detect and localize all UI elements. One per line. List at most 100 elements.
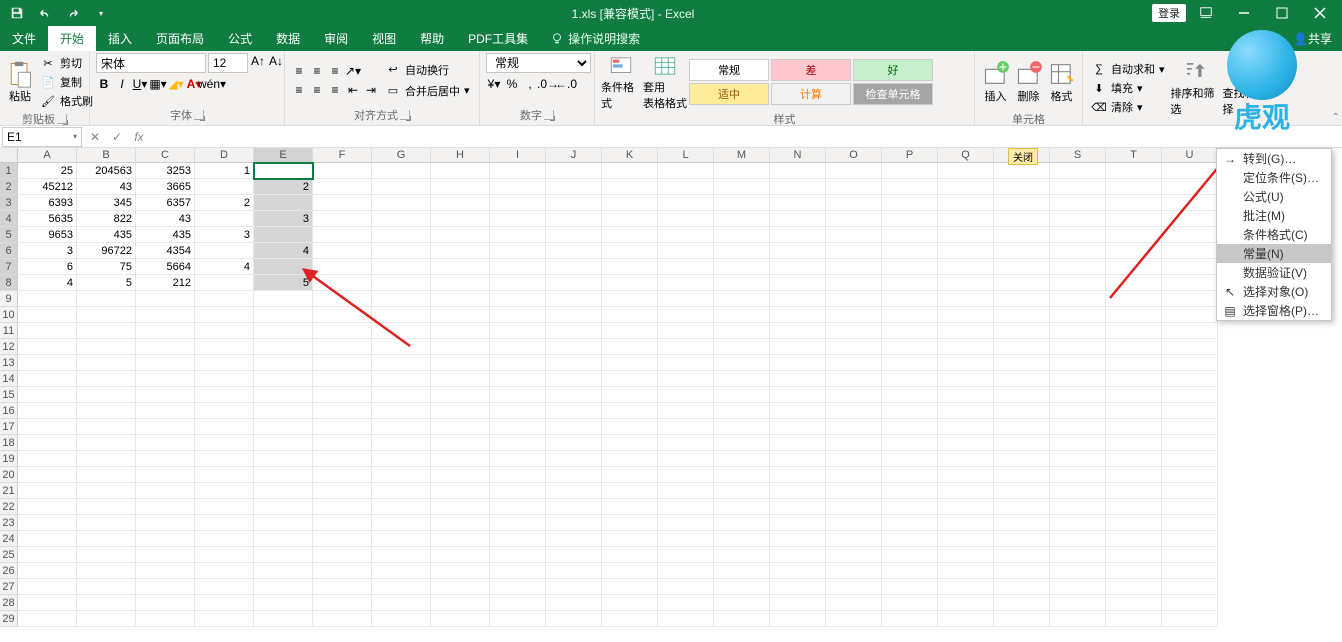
cell[interactable] (546, 307, 602, 323)
row-header[interactable]: 25 (0, 547, 18, 563)
cell[interactable] (490, 611, 546, 627)
cell[interactable] (602, 179, 658, 195)
row-header[interactable]: 28 (0, 595, 18, 611)
row-header[interactable]: 29 (0, 611, 18, 627)
menu-select-objects[interactable]: ↖选择对象(O) (1217, 282, 1331, 301)
cell[interactable]: 345 (77, 195, 136, 211)
row-header[interactable]: 5 (0, 227, 18, 243)
cell[interactable] (1106, 499, 1162, 515)
cell[interactable] (602, 195, 658, 211)
cell[interactable] (994, 515, 1050, 531)
cell[interactable] (431, 163, 490, 179)
align-left-icon[interactable]: ≡ (291, 82, 307, 98)
cell[interactable] (313, 451, 372, 467)
cell[interactable] (431, 483, 490, 499)
menu-goto[interactable]: →转到(G)… (1217, 149, 1331, 168)
italic-button[interactable]: I (114, 76, 130, 92)
cell[interactable] (490, 547, 546, 563)
style-calc[interactable]: 计算 (771, 83, 851, 105)
tab-view[interactable]: 视图 (360, 26, 408, 51)
cell[interactable] (372, 547, 431, 563)
cell[interactable] (136, 563, 195, 579)
col-header-K[interactable]: K (602, 148, 658, 163)
cell[interactable] (770, 307, 826, 323)
cell[interactable] (658, 531, 714, 547)
cell[interactable] (431, 547, 490, 563)
cell[interactable] (77, 339, 136, 355)
cell[interactable] (714, 211, 770, 227)
cell[interactable] (882, 483, 938, 499)
cell[interactable] (602, 435, 658, 451)
cell[interactable] (546, 243, 602, 259)
redo-button[interactable] (60, 2, 86, 24)
cell[interactable] (658, 579, 714, 595)
cell[interactable] (490, 563, 546, 579)
cell[interactable] (1162, 179, 1218, 195)
row-header[interactable]: 20 (0, 467, 18, 483)
cell[interactable] (826, 451, 882, 467)
cell[interactable] (136, 547, 195, 563)
cell[interactable] (372, 419, 431, 435)
cell[interactable] (658, 403, 714, 419)
cell[interactable] (1106, 419, 1162, 435)
autosum-button[interactable]: ∑自动求和▾ (1089, 60, 1167, 78)
cell[interactable] (1050, 403, 1106, 419)
sort-filter-button[interactable]: 排序和筛选 (1171, 59, 1219, 117)
cell[interactable] (882, 259, 938, 275)
cell[interactable] (313, 163, 372, 179)
col-header-N[interactable]: N (770, 148, 826, 163)
cell[interactable] (658, 419, 714, 435)
cell[interactable] (714, 467, 770, 483)
cell[interactable] (431, 339, 490, 355)
cell[interactable] (1106, 515, 1162, 531)
undo-button[interactable] (32, 2, 58, 24)
save-button[interactable] (4, 2, 30, 24)
cell[interactable] (372, 371, 431, 387)
cell[interactable] (1162, 243, 1218, 259)
cell[interactable] (1106, 323, 1162, 339)
cell[interactable]: 5635 (18, 211, 77, 227)
cell[interactable] (1050, 467, 1106, 483)
cell[interactable] (313, 403, 372, 419)
cell[interactable] (1162, 227, 1218, 243)
cell[interactable] (602, 451, 658, 467)
number-dialog-launcher[interactable] (544, 110, 554, 120)
cell[interactable] (431, 563, 490, 579)
cell[interactable] (490, 307, 546, 323)
cell[interactable] (546, 499, 602, 515)
cell[interactable] (714, 499, 770, 515)
menu-selection-pane[interactable]: ▤选择窗格(P)… (1217, 301, 1331, 320)
cell[interactable] (714, 547, 770, 563)
cell[interactable] (1106, 163, 1162, 179)
cell[interactable] (602, 515, 658, 531)
cell[interactable] (77, 611, 136, 627)
menu-data-validation[interactable]: 数据验证(V) (1217, 263, 1331, 282)
cell[interactable] (658, 307, 714, 323)
col-header-L[interactable]: L (658, 148, 714, 163)
cell[interactable] (372, 435, 431, 451)
cell[interactable] (77, 515, 136, 531)
percent-icon[interactable]: % (504, 76, 520, 92)
style-neutral[interactable]: 适中 (689, 83, 769, 105)
cell[interactable] (1162, 355, 1218, 371)
cell[interactable] (938, 595, 994, 611)
cell[interactable]: 3 (195, 227, 254, 243)
cell[interactable] (994, 435, 1050, 451)
cell[interactable] (490, 531, 546, 547)
col-header-G[interactable]: G (372, 148, 431, 163)
cell[interactable]: 204563 (77, 163, 136, 179)
delete-cells-button[interactable]: 删除 (1014, 53, 1043, 111)
cell[interactable] (1050, 515, 1106, 531)
cell[interactable] (136, 499, 195, 515)
cell[interactable] (18, 339, 77, 355)
cell[interactable] (490, 275, 546, 291)
underline-button[interactable]: U▾ (132, 76, 148, 92)
font-dialog-launcher[interactable] (194, 110, 204, 120)
cell[interactable] (826, 211, 882, 227)
cell[interactable] (313, 483, 372, 499)
cell[interactable] (18, 611, 77, 627)
cell[interactable] (136, 371, 195, 387)
cell[interactable] (602, 483, 658, 499)
cell[interactable] (826, 275, 882, 291)
cell[interactable] (313, 371, 372, 387)
